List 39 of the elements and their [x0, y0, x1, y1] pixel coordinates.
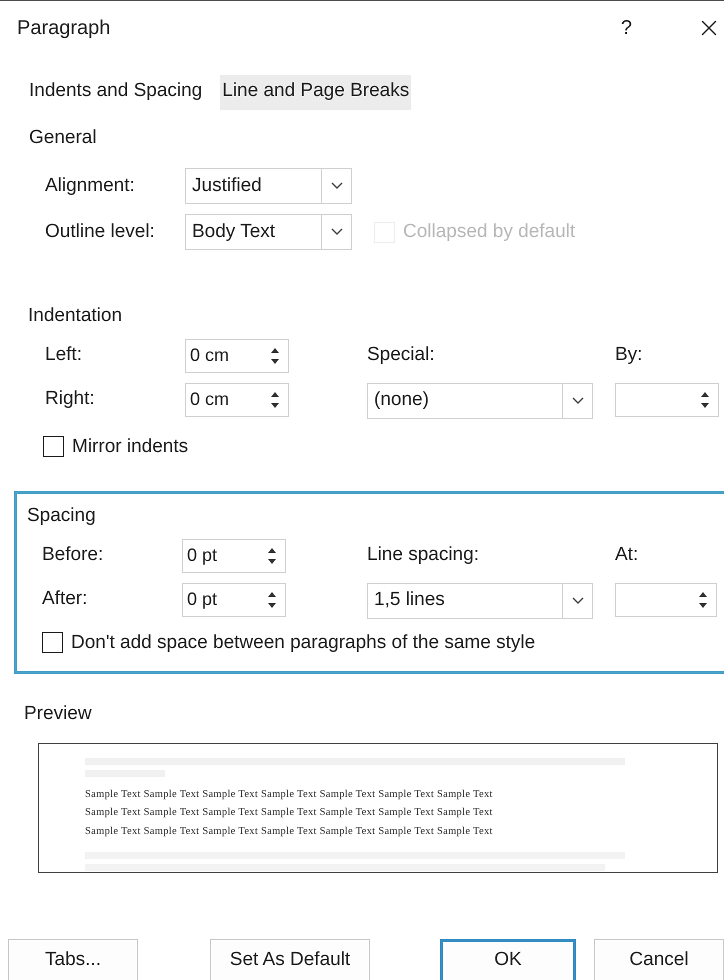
field-label: Alignment:: [45, 174, 136, 198]
section-title: Preview: [24, 702, 93, 726]
preview-text: Sample Text Sample Text Sample Text Sample Text Sample Text Sample Text Sample Text: [85, 825, 494, 839]
section-title: Indentation: [28, 304, 124, 328]
field-label: Outline level:: [45, 220, 156, 244]
dialog-button[interactable]: Tabs...: [8, 938, 138, 980]
section-title: Spacing: [27, 504, 97, 528]
number-field[interactable]: 0 pt: [182, 582, 286, 616]
help-button[interactable]: ?: [620, 13, 632, 43]
number-field[interactable]: [615, 382, 719, 416]
number-field[interactable]: 0 cm: [185, 382, 289, 416]
dialog-button[interactable]: Set As Default: [210, 938, 370, 980]
field-label: Line spacing:: [367, 543, 479, 568]
field-label: At:: [615, 543, 638, 568]
dropdown[interactable]: 1,5 lines: [367, 582, 593, 618]
field-label: By:: [615, 343, 642, 368]
dropdown[interactable]: Justified: [185, 168, 352, 204]
dialog-button[interactable]: OK: [440, 938, 576, 980]
field-label: After:: [42, 587, 88, 612]
field-label: Left:: [45, 343, 83, 368]
window-title: Paragraph: [17, 16, 110, 41]
checkbox[interactable]: [43, 436, 64, 458]
number-field[interactable]: [615, 582, 717, 616]
preview-text: Sample Text Sample Text Sample Text Sample Text Sample Text Sample Text Sample Text: [85, 806, 494, 820]
field-label: Special:: [367, 343, 435, 368]
dialog-button[interactable]: Cancel: [594, 938, 724, 980]
checkbox[interactable]: [42, 632, 63, 654]
field-label: Before:: [42, 543, 104, 568]
number-field[interactable]: 0 cm: [185, 338, 289, 372]
section-title: General: [29, 126, 98, 150]
checkbox-label: Mirror indents: [72, 434, 188, 458]
dropdown[interactable]: (none): [367, 382, 593, 418]
dropdown[interactable]: Body Text: [185, 214, 352, 250]
checkbox-label: Collapsed by default: [403, 220, 576, 244]
tab[interactable]: Line and Page Breaks: [220, 75, 412, 110]
number-field[interactable]: 0 pt: [182, 538, 286, 572]
checkbox-label: Don't add space between paragraphs of the same style: [71, 630, 536, 654]
field-label: Right:: [45, 387, 96, 412]
preview-text: Sample Text Sample Text Sample Text Sample Text Sample Text Sample Text Sample Text: [85, 788, 494, 802]
